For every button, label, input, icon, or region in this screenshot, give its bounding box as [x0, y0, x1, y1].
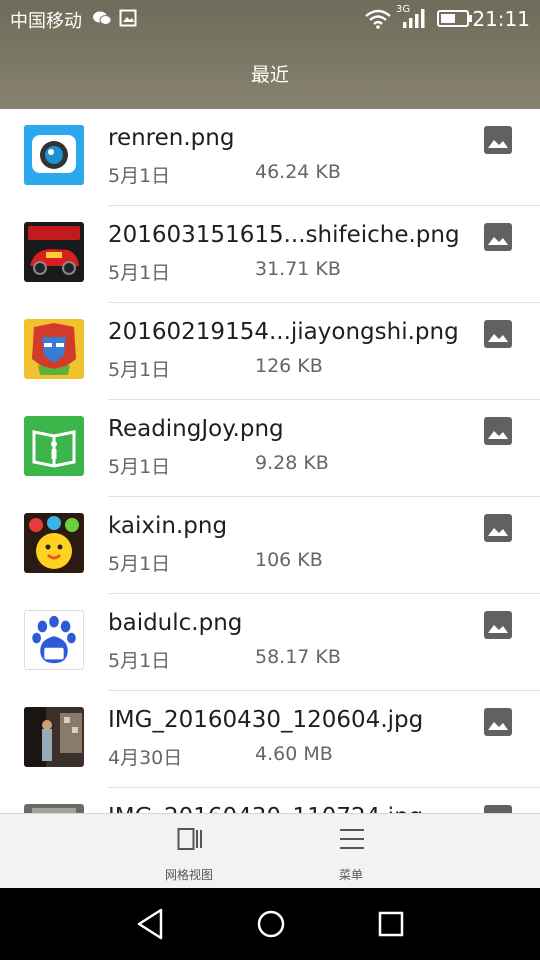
image-type-icon: [484, 514, 512, 542]
file-row[interactable]: renren.png 5月1日 46.24 KB: [0, 109, 540, 206]
file-name: renren.png: [108, 125, 235, 151]
status-clock: 21:11: [472, 7, 530, 31]
grid-view-button[interactable]: 网格视图: [129, 814, 249, 889]
image-type-icon: [484, 320, 512, 348]
file-date: 5月1日: [108, 553, 171, 575]
file-date: 5月1日: [108, 262, 171, 284]
kaixin-game-icon: [24, 513, 84, 573]
file-row[interactable]: kaixin.png 5月1日 106 KB: [0, 497, 540, 594]
signal-icon: [403, 9, 425, 28]
back-icon[interactable]: [131, 904, 171, 944]
file-name: 20160219154...jiayongshi.png: [108, 319, 459, 345]
photo-thumbnail: [24, 707, 84, 767]
file-row[interactable]: 201603151615...shifeiche.png 5月1日 31.71 …: [0, 206, 540, 303]
file-row[interactable]: IMG_20160430_120604.jpg 4月30日 4.60 MB: [0, 691, 540, 788]
menu-icon: [340, 829, 364, 849]
file-date: 5月1日: [108, 650, 171, 672]
hero-game-icon: [24, 319, 84, 379]
wifi-icon: [365, 9, 391, 29]
file-row[interactable]: baidulc.png 5月1日 58.17 KB: [0, 594, 540, 691]
file-size: 46.24 KB: [255, 161, 341, 183]
image-type-icon: [484, 611, 512, 639]
battery-icon: [437, 10, 472, 27]
file-name: ReadingJoy.png: [108, 416, 284, 442]
image-type-icon: [484, 805, 512, 813]
recent-files-list[interactable]: renren.png 5月1日 46.24 KB 201603151615...…: [0, 109, 540, 813]
file-size: 4.60 MB: [255, 743, 333, 765]
file-size: 9.28 KB: [255, 452, 329, 474]
image-type-icon: [484, 417, 512, 445]
renren-app-icon: [24, 125, 84, 185]
file-name: IMG_20160430_110724.jpg: [108, 804, 423, 813]
file-row[interactable]: IMG_20160430_110724.jpg: [0, 788, 540, 813]
file-row[interactable]: ReadingJoy.png 5月1日 9.28 KB: [0, 400, 540, 497]
file-name: IMG_20160430_120604.jpg: [108, 707, 424, 733]
menu-label: 菜单: [338, 868, 363, 882]
file-name: 201603151615...shifeiche.png: [108, 222, 460, 248]
bottom-action-bar: 网格视图 菜单: [0, 813, 540, 889]
status-bar: 中国移动 3G 21:11: [0, 0, 540, 38]
grid-view-label: 网格视图: [164, 868, 213, 882]
file-name: baidulc.png: [108, 610, 243, 636]
baidu-app-icon: [24, 610, 84, 670]
file-size: 106 KB: [255, 549, 323, 571]
app-header: 中国移动 3G 21:11 最近: [0, 0, 540, 109]
gallery-notification-icon: [119, 9, 137, 27]
image-type-icon: [484, 126, 512, 154]
file-date: 5月1日: [108, 359, 171, 381]
image-type-icon: [484, 708, 512, 736]
file-name: kaixin.png: [108, 513, 228, 539]
file-row[interactable]: 20160219154...jiayongshi.png 5月1日 126 KB: [0, 303, 540, 400]
home-icon[interactable]: [251, 904, 291, 944]
image-type-icon: [484, 223, 512, 251]
file-size: 126 KB: [255, 355, 323, 377]
carrier-label: 中国移动: [10, 11, 82, 32]
page-title: 最近: [250, 64, 289, 86]
grid-view-icon: [177, 828, 202, 850]
file-size: 58.17 KB: [255, 646, 341, 668]
file-date: 5月1日: [108, 165, 171, 187]
file-date: 4月30日: [108, 747, 183, 769]
recents-icon[interactable]: [371, 904, 411, 944]
file-size: 31.71 KB: [255, 258, 341, 280]
racing-game-icon: [24, 222, 84, 282]
readingjoy-app-icon: [24, 416, 84, 476]
menu-button[interactable]: 菜单: [291, 814, 411, 889]
wechat-icon: [93, 11, 112, 25]
file-date: 5月1日: [108, 456, 171, 478]
photo-thumbnail: [24, 804, 84, 813]
system-navigation-bar: [0, 888, 540, 960]
